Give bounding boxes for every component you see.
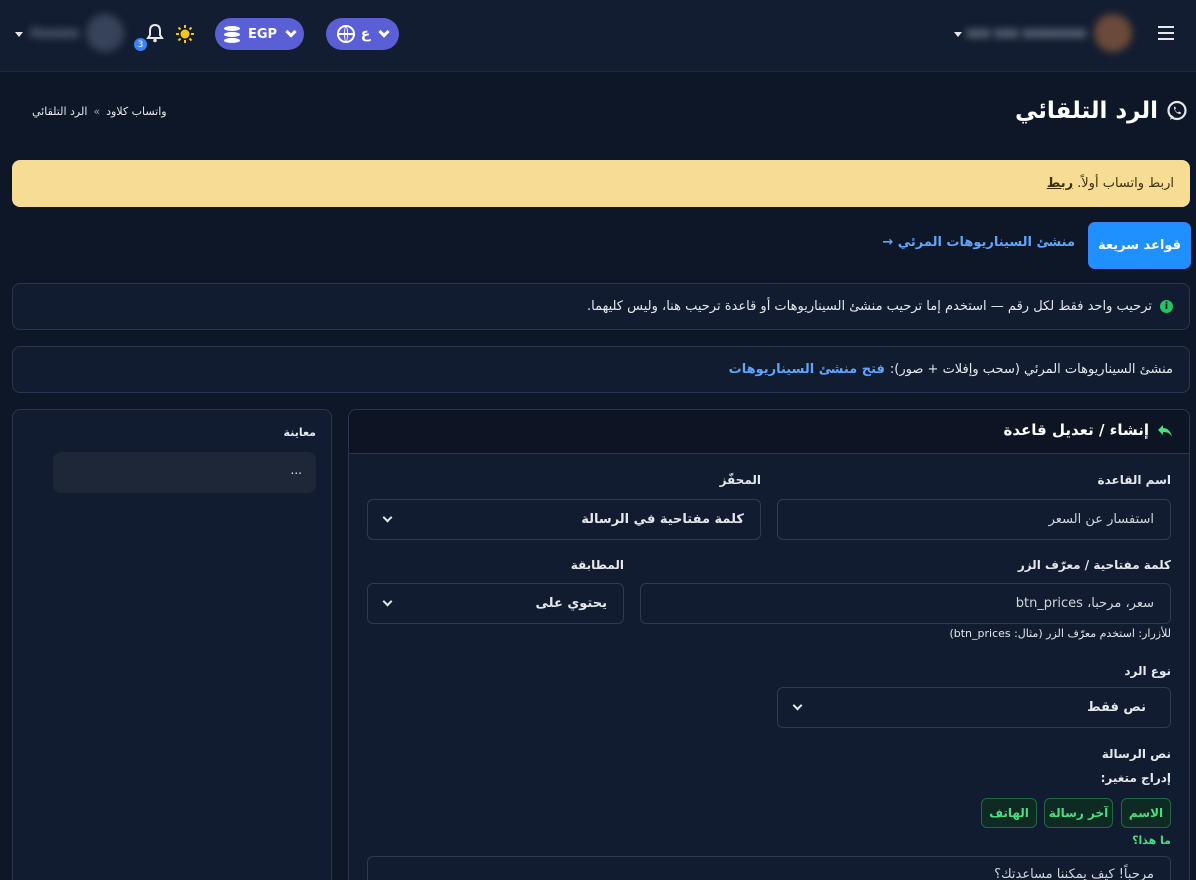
rule-name-label: اسم القاعدة [1097, 473, 1171, 487]
message-label: نص الرسالة [1101, 747, 1171, 761]
builder-banner: منشئ السيناريوهات المرئي (سحب وإفلات + ص… [12, 346, 1190, 393]
variable-chip-phone[interactable]: الهاتف [981, 798, 1037, 828]
chevron-down-icon [382, 596, 393, 607]
notifications-bell-icon[interactable] [146, 23, 164, 43]
breadcrumb-item-auto-reply: الرد التلقائي [32, 105, 88, 118]
keyword-value: سعر، مرحبا، btn_prices [1015, 596, 1154, 611]
connect-warning-alert: اربط واتساب أولاً. ربط [12, 160, 1190, 207]
user-avatar[interactable] [86, 14, 124, 52]
language-label: ع [360, 26, 371, 42]
chevron-down-icon [382, 512, 393, 523]
reply-arrow-icon [1157, 423, 1173, 437]
connect-link[interactable]: ربط [1047, 176, 1073, 191]
match-select[interactable]: يحتوي على [367, 583, 624, 624]
message-value: مرحباً! كيف يمكننا مساعدتك؟ [994, 867, 1154, 880]
reply-type-label: نوع الرد [1124, 664, 1171, 678]
coins-icon [223, 25, 242, 43]
tab-quick-rules-label: قواعد سريعة [1098, 238, 1182, 253]
reply-type-select[interactable]: نص فقط [777, 687, 1171, 728]
rule-form-title: إنشاء / تعديل قاعدة [1003, 421, 1150, 439]
message-textarea[interactable]: مرحباً! كيف يمكننا مساعدتك؟ [367, 856, 1171, 880]
currency-selector[interactable]: EGP [215, 18, 304, 50]
account-caret-icon[interactable] [954, 32, 962, 37]
breadcrumb-separator: » [93, 105, 101, 118]
currency-label: EGP [247, 26, 278, 42]
variable-chip-last-message[interactable]: آخر رسالة [1044, 798, 1113, 828]
breadcrumb: واتساب كلاود » الرد التلقائي [32, 105, 167, 118]
chevron-down-icon [285, 25, 297, 38]
info-text: ترحيب واحد فقط لكل رقم — استخدم إما ترحي… [586, 299, 1152, 314]
breadcrumb-item-whatsapp-cloud[interactable]: واتساب كلاود [106, 105, 166, 118]
keyword-label: كلمة مفتاحية / معرّف الزر [1017, 558, 1171, 572]
trigger-value: كلمة مفتاحية في الرسالة [581, 512, 744, 527]
account-name[interactable]: aaa aaa aaaaaaaa [966, 26, 1086, 41]
trigger-select[interactable]: كلمة مفتاحية في الرسالة [367, 499, 761, 540]
insert-variable-label: إدراج متغير: [1100, 771, 1171, 785]
info-icon: i [1160, 300, 1173, 313]
preview-title: معاينة [283, 426, 316, 439]
rule-name-value: استفسار عن السعر [1048, 512, 1154, 527]
keyword-hint: للأزرار: استخدم معرّف الزر (مثال: btn_pr… [949, 627, 1171, 640]
chevron-down-icon [792, 700, 803, 711]
keyword-input[interactable]: سعر، مرحبا، btn_prices [640, 583, 1171, 624]
chevron-down-icon [378, 25, 390, 38]
theme-toggle-sun-icon[interactable] [176, 25, 194, 43]
user-caret-icon[interactable] [15, 32, 23, 37]
open-builder-link[interactable]: فتح منشئ السيناريوهات [729, 362, 885, 377]
tab-visual-builder[interactable]: منشئ السيناريوهات المرئي → [882, 235, 1075, 250]
preview-bubble-text: ... [290, 463, 302, 477]
globe-icon [336, 25, 355, 43]
page-title: الرد التلقائي [1014, 98, 1158, 124]
page-title-row: الرد التلقائي [1015, 98, 1188, 124]
builder-banner-text: منشئ السيناريوهات المرئي (سحب وإفلات + ص… [889, 362, 1173, 377]
info-alert: i ترحيب واحد فقط لكل رقم — استخدم إما تر… [12, 283, 1190, 330]
match-value: يحتوي على [535, 596, 608, 611]
language-selector[interactable]: ع [326, 18, 399, 50]
notification-count-badge: 3 [134, 38, 147, 51]
rule-form-title-row: إنشاء / تعديل قاعدة [1004, 421, 1174, 439]
top-bar: aaa aaa aaaaaaaa ع EGP 3 Aaaaaa [0, 0, 1196, 72]
warning-text: اربط واتساب أولاً. [1077, 176, 1174, 191]
account-avatar[interactable] [1094, 14, 1132, 52]
variable-chip-name[interactable]: الاسم [1121, 798, 1171, 828]
whats-this-link[interactable]: ما هذا؟ [1132, 834, 1171, 847]
preview-panel: معاينة ... [12, 409, 332, 880]
match-label: المطابقة [570, 558, 624, 572]
trigger-label: المحفّز [719, 473, 761, 487]
user-name[interactable]: Aaaaaa [30, 26, 79, 41]
preview-bubble: ... [53, 452, 316, 493]
rule-name-input[interactable]: استفسار عن السعر [777, 499, 1171, 540]
reply-type-value: نص فقط [1087, 700, 1146, 715]
whatsapp-icon [1166, 100, 1188, 122]
menu-icon[interactable] [1158, 26, 1174, 40]
tab-quick-rules[interactable]: قواعد سريعة [1089, 223, 1190, 268]
